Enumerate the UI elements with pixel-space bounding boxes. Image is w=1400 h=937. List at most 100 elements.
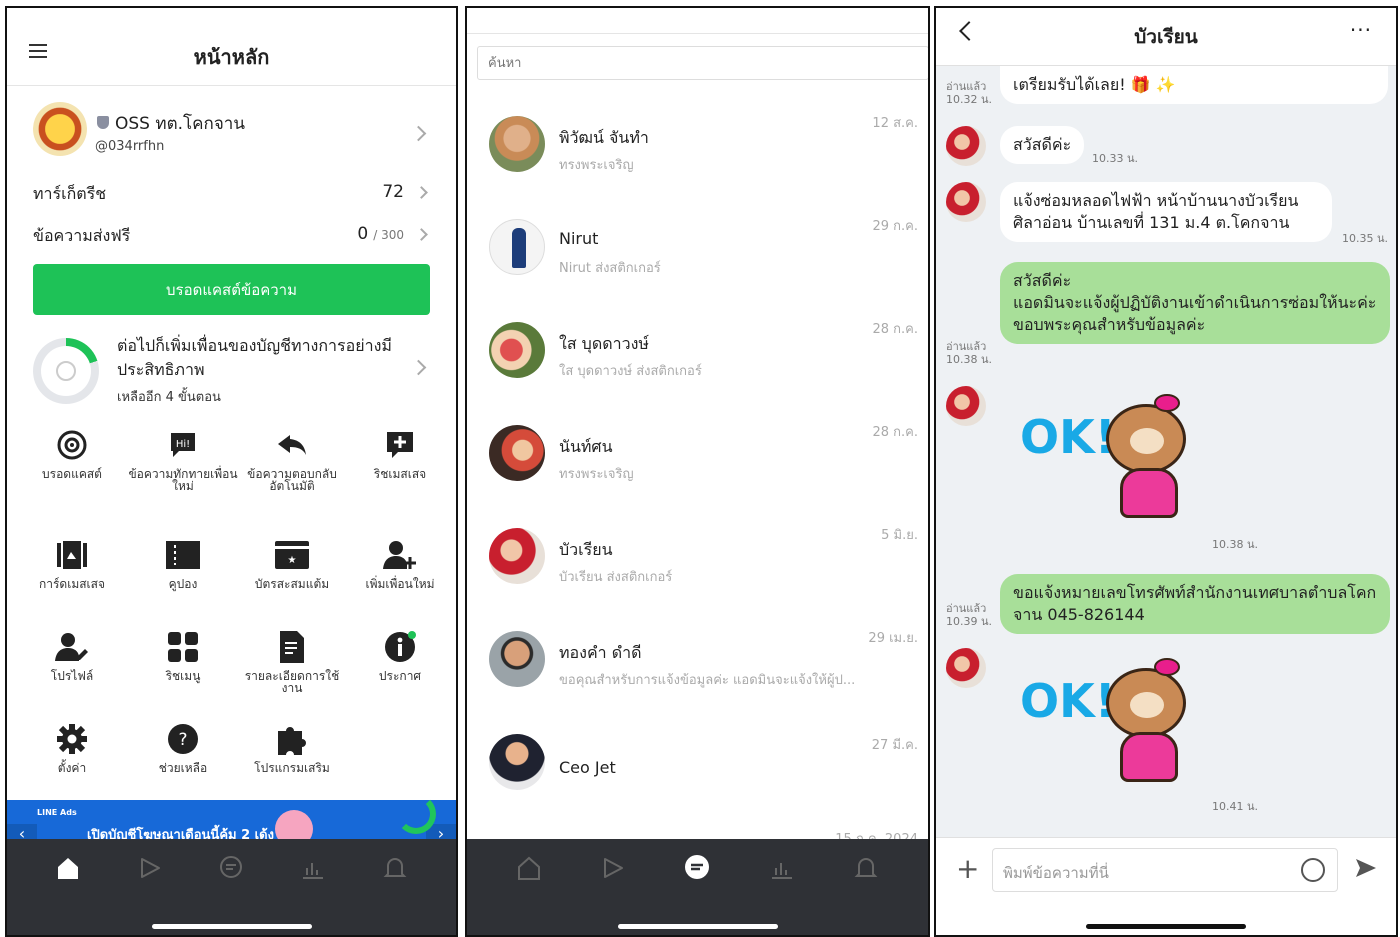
chat-date: 27 มี.ค.	[871, 738, 918, 753]
account-id: @034rrfhn	[95, 139, 165, 154]
message-input[interactable]: พิมพ์ข้อความที่นี่	[992, 848, 1338, 892]
grid-add-friend[interactable]: เพิ่มเพื่อนใหม่	[345, 538, 455, 590]
message-bubble[interactable]: ขอแจ้งหมายเลขโทรศัพท์สำนักงานเทศบาลตำบลโ…	[1000, 574, 1390, 634]
chat-icon[interactable]	[214, 851, 248, 885]
grid-rich-message[interactable]: ริชเมสเสจ	[345, 428, 455, 480]
message-bubble[interactable]: สวัสดีค่ะ แอดมินจะแจ้งผู้ปฏิบัติงานเข้าด…	[1000, 262, 1390, 344]
chat-item[interactable]: พิวัฒน์ จันทำ ทรงพระเจริญ 12 ส.ค.	[467, 98, 928, 188]
chevron-right-icon	[415, 186, 428, 199]
message-bubble[interactable]: แจ้งซ่อมหลอดไฟฟ้า หน้าบ้านนางบัวเรียน ศิ…	[1000, 182, 1332, 242]
chat-name: พิวัฒน์ จันทำ	[559, 128, 649, 147]
chat-name: Ceo Jet	[559, 758, 616, 777]
emoji-icon[interactable]	[1301, 858, 1325, 882]
reply-arrow-icon	[275, 428, 309, 462]
targets-label: ทาร์เก็ตรีช	[33, 184, 107, 203]
chat-item[interactable]: ทองคำ ดำดี ขอคุณสำหรับการแจ้งข้อมูลค่ะ แ…	[467, 613, 928, 703]
svg-text:?: ?	[178, 730, 187, 750]
insight-chart-icon[interactable]	[296, 851, 330, 885]
chat-date: 29 เม.ย.	[868, 631, 918, 646]
grid-broadcast[interactable]: บรอดแคสต์	[17, 428, 127, 480]
svg-text:Hi!: Hi!	[176, 439, 190, 450]
chat-room-panel: บัวเรียน ··· อ่านแล้ว 10.32 น. เตรียมรับไ…	[934, 6, 1398, 937]
chevron-right-icon	[410, 125, 427, 142]
grid-auto-reply[interactable]: ข้อความตอบกลับอัตโนมัติ	[237, 428, 347, 492]
top-status-strip	[467, 8, 928, 34]
account-logo	[33, 102, 87, 156]
grid-label: ข้อความทักทายเพื่อนใหม่	[128, 467, 238, 493]
grid-greeting[interactable]: Hi! ข้อความทักทายเพื่อนใหม่	[128, 428, 238, 492]
chat-date: 29 ก.ค.	[872, 219, 918, 234]
notification-bell-icon[interactable]	[378, 851, 412, 885]
grid-card-message[interactable]: การ์ดเมสเสจ	[17, 538, 127, 590]
notification-bell-icon[interactable]	[849, 851, 883, 885]
chat-item[interactable]: Ceo Jet 27 มี.ค.	[467, 716, 928, 806]
ok-bear-sticker[interactable]: OK!	[1020, 658, 1200, 798]
grid-label: ริชเมสเสจ	[373, 467, 427, 481]
progress-sub: เหลืออีก 4 ขั้นตอน	[117, 390, 221, 405]
account-row[interactable]: OSS ทต.โคกจาน @034rrfhn	[7, 94, 456, 174]
message-line: แอดมินจะแจ้งผู้ปฏิบัติงานเข้าดำเนินการซ่…	[1013, 293, 1377, 312]
chat-preview: ทรงพระเจริญ	[559, 158, 634, 173]
grid-settings[interactable]: ตั้งค่า	[17, 722, 127, 774]
onboarding-progress[interactable]: ต่อไปก็เพิ่มเพื่อนของบัญชีทางการอย่างมีป…	[7, 326, 456, 406]
grid-usage-details[interactable]: รายละเอียดการใช้งาน	[237, 630, 347, 694]
grid-label: รายละเอียดการใช้งาน	[244, 669, 340, 695]
avatar	[489, 219, 545, 275]
plus-icon[interactable]: +	[956, 852, 979, 885]
home-icon[interactable]	[51, 851, 85, 885]
rich-menu-icon	[166, 630, 200, 664]
chevron-right-icon	[415, 228, 428, 241]
play-icon[interactable]	[133, 851, 167, 885]
chat-item[interactable]: บัวเรียน บัวเรียน ส่งสติกเกอร์ 5 มิ.ย.	[467, 510, 928, 600]
account-name: OSS ทต.โคกจาน	[115, 114, 245, 134]
home-icon[interactable]	[512, 851, 546, 885]
help-icon: ?	[166, 722, 200, 756]
home-indicator	[617, 924, 778, 929]
coupon-icon	[166, 538, 200, 572]
chat-icon[interactable]	[680, 851, 714, 885]
message-bubble[interactable]: สวัสดีค่ะ	[1000, 126, 1085, 164]
message-meta: อ่านแล้ว 10.38 น.	[946, 340, 993, 366]
play-icon[interactable]	[596, 851, 630, 885]
message-bubble[interactable]: เตรียมรับได้เลย! 🎁 ✨	[1000, 66, 1388, 104]
ok-bear-sticker[interactable]: OK!	[1020, 394, 1200, 534]
chat-item[interactable]: ใส บุดดาวงษ์ ใส บุดดาวงษ์ ส่งสติกเกอร์ 2…	[467, 304, 928, 394]
grid-coupon[interactable]: คูปอง	[128, 538, 238, 590]
chat-date: 5 มิ.ย.	[881, 528, 918, 543]
grid-label: บรอดแคสต์	[42, 467, 102, 481]
avatar	[489, 528, 545, 584]
message-line: ขอบพระคุณสำหรับข้อมูลค่ะ	[1013, 315, 1206, 334]
banner-decoration	[396, 794, 436, 834]
free-messages-row[interactable]: ข้อความส่งฟรี 0 / 300	[33, 224, 432, 248]
broadcast-button[interactable]: บรอดแคสต์ข้อความ	[33, 264, 430, 315]
targets-row[interactable]: ทาร์เก็ตรีช 72	[33, 182, 432, 206]
avatar	[489, 425, 545, 481]
progress-text: ต่อไปก็เพิ่มเพื่อนของบัญชีทางการอย่างมีป…	[117, 336, 392, 379]
sticker-text: OK!	[1020, 674, 1116, 728]
grid-help[interactable]: ? ช่วยเหลือ	[128, 722, 238, 774]
message-input-bar: + พิมพ์ข้อความที่นี่	[936, 837, 1396, 935]
home-indicator	[151, 924, 312, 929]
grid-profile[interactable]: โปรไฟล์	[17, 630, 127, 682]
grid-label: ริชเมนู	[165, 669, 201, 683]
bottom-nav	[467, 839, 928, 935]
grid-label: โปรแกรมเสริม	[254, 761, 330, 775]
chat-name: Nirut	[559, 229, 599, 248]
chat-preview: ขอคุณสำหรับการแจ้งข้อมูลค่ะ แอดมินจะแจ้ง…	[559, 673, 856, 688]
bottom-nav	[7, 839, 456, 935]
grid-announcement[interactable]: ประกาศ	[345, 630, 455, 682]
send-icon[interactable]	[1354, 856, 1378, 884]
grid-plugins[interactable]: โปรแกรมเสริม	[237, 722, 347, 774]
grid-reward-card[interactable]: ★ บัตรสะสมแต้ม	[237, 538, 347, 590]
search-input[interactable]	[477, 46, 928, 80]
grid-rich-menu[interactable]: ริชเมนู	[128, 630, 238, 682]
more-options-icon[interactable]: ···	[1350, 18, 1372, 42]
targets-value: 72	[382, 182, 404, 202]
insight-chart-icon[interactable]	[765, 851, 799, 885]
chat-name: นันท์ศน	[559, 437, 613, 456]
chat-item[interactable]: Nirut Nirut ส่งสติกเกอร์ 29 ก.ค.	[467, 201, 928, 291]
grid-label: บัตรสะสมแต้ม	[254, 577, 330, 591]
message-time: 10.33 น.	[1092, 152, 1139, 165]
chat-item[interactable]: นันท์ศน ทรงพระเจริญ 28 ก.ค.	[467, 407, 928, 497]
message-line: สวัสดีค่ะ	[1013, 271, 1072, 290]
